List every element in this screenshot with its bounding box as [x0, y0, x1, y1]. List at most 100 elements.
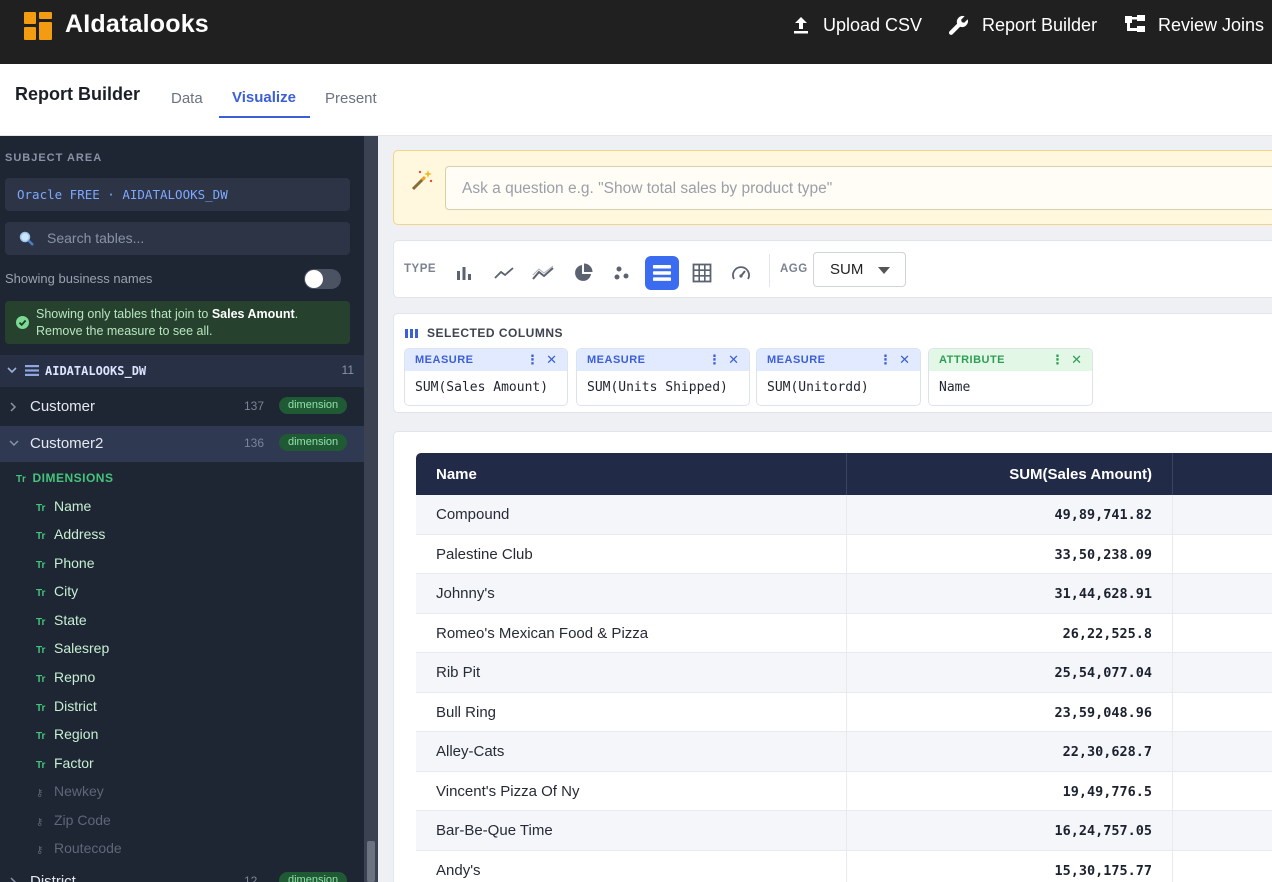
- chip-value: SUM(Unitordd): [767, 380, 869, 395]
- alert-measure: Sales Amount: [211, 307, 295, 321]
- dimensions-group-header[interactable]: Tr DIMENSIONS: [16, 471, 113, 485]
- alert-text-suffix: .: [294, 307, 299, 321]
- aggregation-select[interactable]: SUM: [813, 252, 906, 287]
- dimensions-label: DIMENSIONS: [32, 471, 114, 485]
- field-address[interactable]: Tr Address: [36, 526, 105, 542]
- column-chip-sales-amount[interactable]: MEASURE ⋮ ✕ SUM(Sales Amount): [404, 348, 568, 406]
- brand-name[interactable]: AIdatalooks: [65, 10, 209, 39]
- scatter-chart-button[interactable]: [605, 256, 639, 290]
- nav-upload-csv[interactable]: Upload CSV: [791, 12, 922, 38]
- text-type-icon: Tr: [36, 588, 46, 599]
- drag-handle-icon[interactable]: ⋮: [526, 352, 539, 367]
- sub-header: Report Builder Data Visualize Present: [0, 64, 1272, 136]
- table-header: Name SUM(Sales Amount): [416, 453, 1272, 495]
- field-label: Zip Code: [54, 812, 111, 828]
- cell-sales-amount: 25,54,077.04: [1054, 665, 1152, 681]
- cell-name: Compound: [436, 506, 510, 523]
- text-type-icon: Tr: [36, 731, 46, 742]
- cell-sales-amount: 26,22,525.8: [1062, 625, 1152, 642]
- cell-name: Alley-Cats: [436, 743, 505, 760]
- sidebar-scrollbar[interactable]: [364, 136, 378, 882]
- table-count: 12: [244, 874, 258, 882]
- ask-question-input[interactable]: Ask a question e.g. "Show total sales by…: [445, 166, 1272, 210]
- column-divider: [1172, 653, 1173, 692]
- caret-down-icon: [878, 267, 890, 274]
- field-label: Name: [54, 498, 92, 514]
- field-phone[interactable]: Tr Phone: [36, 555, 94, 571]
- field-label: Routecode: [54, 840, 122, 856]
- main-panel: Ask a question e.g. "Show total sales by…: [378, 136, 1272, 882]
- cell-name: Johnny's: [436, 585, 495, 602]
- toolbar-divider: [769, 254, 770, 287]
- drag-handle-icon[interactable]: ⋮: [1051, 352, 1064, 367]
- field-label: City: [54, 583, 79, 599]
- cell-sales-amount: 49,89,741.82: [1054, 507, 1152, 523]
- joins-icon: [1125, 15, 1145, 32]
- table-row-district[interactable]: District 12 dimension: [0, 864, 364, 882]
- cell-sales-amount: 19,49,776.5: [1062, 783, 1152, 800]
- table-view-icon: [653, 265, 671, 281]
- table-row-customer[interactable]: Customer 137 dimension: [0, 389, 364, 425]
- line-chart-icon: [494, 267, 514, 279]
- column-chip-name[interactable]: ATTRIBUTE ⋮ ✕ Name: [928, 348, 1093, 406]
- business-names-toggle[interactable]: [304, 269, 341, 289]
- column-header-name[interactable]: Name: [436, 466, 477, 483]
- gauge-button[interactable]: [724, 256, 758, 290]
- pivot-grid-button[interactable]: [685, 256, 719, 290]
- table-row-customer2[interactable]: Customer2 136 dimension: [0, 426, 364, 462]
- column-chip-units-shipped[interactable]: MEASURE ⋮ ✕ SUM(Units Shipped): [576, 348, 750, 406]
- drag-handle-icon[interactable]: ⋮: [879, 352, 892, 367]
- table-search-input[interactable]: Search tables...: [5, 222, 350, 255]
- cell-sales-amount: 15,30,175.77: [1054, 862, 1152, 879]
- field-salesrep[interactable]: Tr Salesrep: [36, 640, 109, 656]
- field-state[interactable]: Tr State: [36, 612, 87, 628]
- remove-icon[interactable]: ✕: [728, 352, 739, 367]
- cell-name: Andy's: [436, 861, 481, 879]
- cell-name: Bull Ring: [436, 703, 497, 721]
- pie-chart-button[interactable]: [566, 256, 600, 290]
- field-region[interactable]: Tr Region: [36, 726, 98, 742]
- field-city[interactable]: Tr City: [36, 583, 78, 599]
- table-row: Johnny's 31,44,628.91: [416, 574, 1272, 614]
- selected-columns-label: SELECTED COLUMNS: [427, 326, 564, 340]
- field-repno[interactable]: Tr Repno: [36, 669, 95, 685]
- field-routecode[interactable]: ⚷ Routecode: [36, 840, 122, 856]
- results-panel: Name SUM(Sales Amount) Compound 49,89,741…: [393, 431, 1272, 882]
- tab-present[interactable]: Present: [325, 90, 377, 107]
- chip-value: SUM(Units Shipped): [587, 380, 728, 395]
- column-divider: [1172, 771, 1173, 810]
- column-header-sales-amount[interactable]: SUM(Sales Amount): [846, 466, 1152, 483]
- cell-sales-amount: 16,24,757.05: [1054, 823, 1152, 839]
- bar-chart-button[interactable]: [447, 256, 481, 290]
- text-type-icon: Tr: [36, 560, 46, 571]
- column-divider: [1172, 850, 1173, 882]
- key-icon: ⚷: [36, 788, 44, 799]
- field-newkey[interactable]: ⚷ Newkey: [36, 783, 104, 799]
- schema-row[interactable]: AIDATALOOKS_DW 11: [0, 355, 364, 387]
- subject-area-selector[interactable]: Oracle FREE · AIDATALOOKS_DW: [5, 178, 350, 211]
- drag-handle-icon[interactable]: ⋮: [708, 352, 721, 367]
- list-icon: [25, 365, 39, 376]
- multi-line-chart-button[interactable]: [526, 256, 560, 290]
- scrollbar-thumb[interactable]: [367, 841, 375, 882]
- agg-label: AGG: [780, 263, 808, 275]
- nav-review-joins[interactable]: Review Joins: [1124, 12, 1264, 38]
- nav-upload-csv-label: Upload CSV: [823, 14, 923, 35]
- column-chip-unitordd[interactable]: MEASURE ⋮ ✕ SUM(Unitordd): [756, 348, 921, 406]
- field-factor[interactable]: Tr Factor: [36, 755, 94, 771]
- remove-icon[interactable]: ✕: [899, 352, 910, 367]
- nav-report-builder[interactable]: Report Builder: [946, 12, 1097, 38]
- remove-icon[interactable]: ✕: [546, 352, 557, 367]
- table-search-placeholder: Search tables...: [47, 230, 145, 246]
- field-zip-code[interactable]: ⚷ Zip Code: [36, 812, 111, 828]
- tab-visualize[interactable]: Visualize: [232, 89, 296, 106]
- business-names-label: Showing business names: [5, 271, 153, 286]
- selected-columns-header: SELECTED COLUMNS: [405, 326, 563, 340]
- field-name[interactable]: Tr Name: [36, 498, 91, 514]
- remove-icon[interactable]: ✕: [1071, 352, 1082, 367]
- line-chart-button[interactable]: [487, 256, 521, 290]
- tab-data[interactable]: Data: [171, 90, 203, 107]
- field-district[interactable]: Tr District: [36, 698, 97, 714]
- ask-question-panel: Ask a question e.g. "Show total sales by…: [393, 150, 1272, 225]
- table-view-button[interactable]: [645, 256, 679, 290]
